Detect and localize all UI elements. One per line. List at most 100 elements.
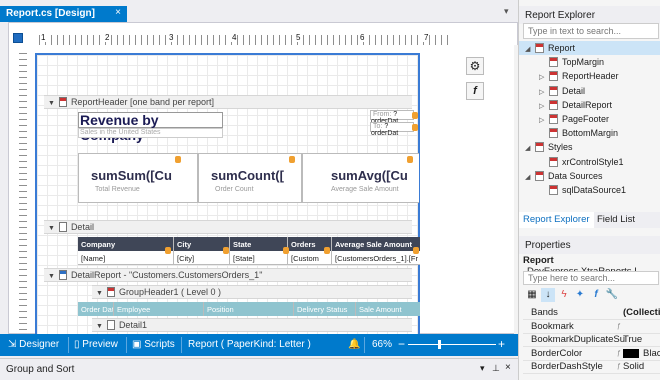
property-row[interactable]: BorderColor ƒ Blac	[523, 347, 660, 361]
summary-order-count[interactable]: sumCount([ Order Count	[198, 153, 302, 203]
expression-icon[interactable]: ƒ	[617, 360, 621, 373]
group-header-cell[interactable]: Position	[204, 302, 294, 316]
tree-item[interactable]: TopMargin	[519, 55, 660, 69]
summary-average-sale[interactable]: sumAvg([Cu Average Sale Amount	[302, 153, 419, 203]
property-value[interactable]: True	[623, 333, 642, 346]
table-row[interactable]: [Name] [City] [State] [Custom [Customers…	[78, 251, 420, 265]
tree-node-icon	[549, 114, 558, 124]
property-selected-object[interactable]: Report DevExpress.XtraReports.I	[523, 255, 660, 277]
close-icon[interactable]: ×	[505, 362, 511, 373]
report-subtitle-label[interactable]: Sales in the United States	[78, 128, 223, 138]
property-row[interactable]: Bookmark ƒ	[523, 320, 660, 334]
tab-report-design[interactable]: Report.cs [Design] ×	[0, 6, 127, 22]
tab-dropdown-icon[interactable]: ▾	[504, 6, 509, 17]
table-header-cell[interactable]: State	[230, 237, 288, 251]
tree-item[interactable]: ▷ ReportHeader	[519, 69, 660, 83]
band-group-header[interactable]: ▼ GroupHeader1 ( Level 0 )	[92, 285, 412, 299]
zoom-slider-thumb[interactable]	[438, 340, 441, 349]
properties-search-input[interactable]: Type here to search...	[523, 271, 659, 285]
expression-icon[interactable]: f	[466, 82, 484, 100]
bell-icon[interactable]: 🔔	[348, 334, 360, 356]
property-value[interactable]: Blac	[643, 347, 660, 360]
ruler-corner-button[interactable]	[13, 33, 23, 43]
report-title-label[interactable]: Revenue by Company	[78, 112, 223, 143]
close-icon[interactable]: ×	[115, 7, 121, 18]
group-sort-title: Group and Sort	[6, 364, 75, 375]
group-header-cell[interactable]: Sale Amount	[356, 302, 420, 316]
property-name: BorderColor	[531, 347, 583, 359]
table-cell[interactable]: [CustomersOrders_1].[Fr	[332, 251, 420, 264]
preview-tab[interactable]: ▯ Preview	[74, 334, 118, 356]
properties-title: Properties	[519, 236, 660, 254]
group-header-cell[interactable]: Order Date	[78, 302, 114, 316]
tree-item[interactable]: ◢ Styles	[519, 140, 660, 154]
band-icon	[106, 320, 115, 330]
dropdown-icon[interactable]: ▾	[480, 363, 485, 374]
scripts-tab[interactable]: ▣ Scripts	[132, 334, 175, 356]
tree-item[interactable]: ◢ Report	[519, 41, 660, 55]
collapse-icon[interactable]: ▼	[48, 100, 55, 107]
tree-item[interactable]: ◢ Data Sources	[519, 169, 660, 183]
gear-icon[interactable]: ⚙	[466, 57, 484, 75]
zoom-level[interactable]: 66%	[372, 334, 392, 356]
tree-node-icon	[549, 99, 558, 110]
group-header-row[interactable]: Order Date Employee Position Delivery St…	[78, 302, 420, 316]
property-row[interactable]: BookmarkDuplicateSu True	[523, 333, 660, 347]
collapse-icon[interactable]: ▼	[96, 323, 103, 330]
table-header-cell[interactable]: City	[174, 237, 230, 251]
zoom-in-button[interactable]: +	[498, 334, 505, 356]
tree-item-label: sqlDataSource1	[562, 185, 627, 195]
band-detail[interactable]: ▼ Detail	[44, 220, 412, 234]
designer-tab[interactable]: ⇲ Designer	[8, 334, 59, 356]
tree-item[interactable]: sqlDataSource1	[519, 183, 660, 197]
table-cell[interactable]: [Name]	[78, 251, 174, 264]
database-icon	[412, 124, 418, 131]
explorer-search-input[interactable]: Type in text to search...	[523, 23, 659, 39]
summary-label: Total Revenue	[95, 186, 140, 193]
summary-total-revenue[interactable]: sumSum([Cu Total Revenue	[78, 153, 198, 203]
collapse-icon[interactable]: ▼	[96, 290, 103, 297]
categorized-icon[interactable]: ▦	[525, 288, 539, 302]
tree-item[interactable]: ▷ PageFooter	[519, 112, 660, 126]
table-header-cell[interactable]: Company	[78, 237, 174, 251]
tab-report-explorer[interactable]: Report Explorer	[519, 212, 594, 228]
pin-icon[interactable]: ⊥	[492, 363, 500, 374]
table-header-row[interactable]: Company City State Orders Average Sale A…	[78, 237, 420, 251]
property-row[interactable]: BorderDashStyle ƒ Solid	[523, 360, 660, 374]
param-from[interactable]: From:?orderDat	[370, 110, 414, 125]
summary-value: sumCount([	[211, 168, 284, 183]
properties-icon[interactable]: ✦	[573, 288, 587, 302]
band-detail1[interactable]: ▼ Detail1	[92, 318, 412, 332]
wrench-icon[interactable]: 🔧	[605, 288, 619, 302]
database-icon	[324, 247, 330, 254]
zoom-out-button[interactable]: −	[398, 334, 405, 356]
param-to[interactable]: To: ?orderDat	[370, 122, 414, 137]
tree-item[interactable]: ▷ DetailReport	[519, 98, 660, 112]
group-header-cell[interactable]: Employee	[114, 302, 204, 316]
band-detail-report[interactable]: ▼ DetailReport - "Customers.CustomersOrde…	[44, 268, 412, 282]
alphabetical-icon[interactable]: ↓	[541, 288, 555, 302]
tab-field-list[interactable]: Field List	[593, 212, 639, 228]
expression-icon[interactable]: f	[589, 288, 603, 302]
tree-item[interactable]: BottomMargin	[519, 126, 660, 140]
zoom-slider[interactable]	[408, 344, 496, 345]
property-value[interactable]: (Collecti	[623, 306, 660, 319]
property-value[interactable]: Solid	[623, 360, 644, 373]
explorer-tabs: Report Explorer Field List	[519, 212, 660, 228]
collapse-icon[interactable]: ▼	[48, 225, 55, 232]
band-report-header[interactable]: ▼ ReportHeader [one band per report]	[44, 95, 412, 109]
table-cell[interactable]: [State]	[230, 251, 288, 264]
tree-item[interactable]: ▷ Detail	[519, 84, 660, 98]
expression-icon[interactable]: ƒ	[617, 347, 621, 360]
table-cell[interactable]: [City]	[174, 251, 230, 264]
collapse-icon[interactable]: ▼	[48, 273, 55, 280]
tree-node-icon	[535, 170, 544, 181]
events-icon[interactable]: ϟ	[557, 288, 571, 302]
group-header-cell[interactable]: Delivery Status	[294, 302, 356, 316]
property-row[interactable]: Bands (Collecti	[523, 306, 660, 320]
band-label: Detail1	[118, 320, 147, 330]
expression-icon[interactable]: ƒ	[617, 320, 621, 333]
tree-item[interactable]: xrControlStyle1	[519, 155, 660, 169]
table-header-cell[interactable]: Average Sale Amount	[332, 237, 420, 251]
band-label: DetailReport - "Customers.CustomersOrder…	[70, 270, 263, 280]
